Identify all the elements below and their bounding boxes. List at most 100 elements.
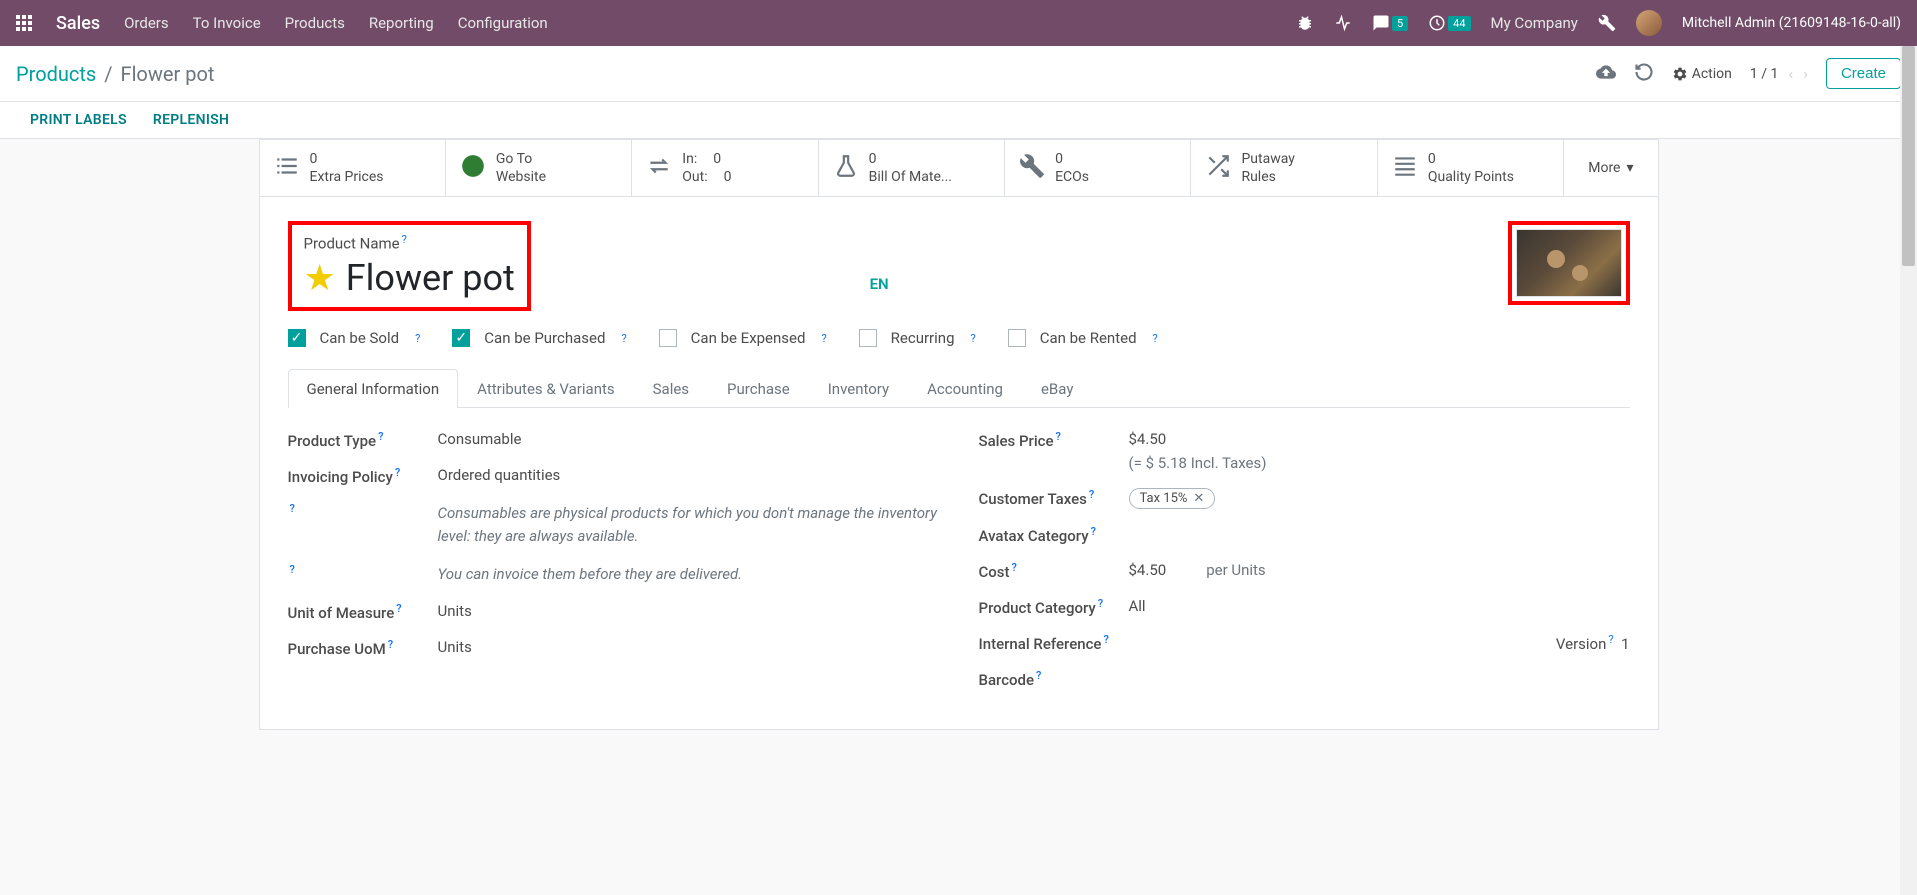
bars-icon	[1392, 153, 1418, 183]
stat-in-out[interactable]: In:0 Out:0	[632, 140, 818, 196]
sales-price-field[interactable]: $4.50	[1129, 430, 1630, 448]
sub-bar: PRINT LABELS REPLENISH	[0, 102, 1917, 139]
messages-button[interactable]: 5	[1372, 14, 1408, 32]
product-image[interactable]	[1508, 221, 1630, 305]
help-icon[interactable]: ?	[396, 602, 401, 615]
language-badge[interactable]: EN	[870, 275, 889, 293]
stat-extra-prices[interactable]: 0Extra Prices	[260, 140, 446, 196]
can-be-sold-checkbox[interactable]: ✓	[288, 329, 306, 347]
tab-inventory[interactable]: Inventory	[809, 369, 908, 408]
globe-icon	[460, 153, 486, 183]
help-icon[interactable]: ?	[378, 430, 383, 443]
uom-field[interactable]: Units	[438, 602, 939, 620]
nav-products[interactable]: Products	[285, 14, 345, 32]
flask-icon	[833, 153, 859, 183]
breadcrumb: Products / Flower pot	[16, 62, 214, 86]
help-icon[interactable]: ?	[395, 466, 400, 479]
tab-general[interactable]: General Information	[288, 369, 459, 408]
nav-reporting[interactable]: Reporting	[369, 14, 434, 32]
tabs: General Information Attributes & Variant…	[288, 369, 1630, 408]
product-name-label: Product Name	[304, 235, 400, 253]
stat-more[interactable]: More ▾	[1564, 140, 1657, 196]
product-title-area: Product Name? ★ Flower pot	[288, 221, 531, 311]
breadcrumb-current: Flower pot	[121, 62, 215, 86]
control-panel: Products / Flower pot Action 1 / 1 ‹ › C…	[0, 46, 1917, 102]
tax-tag[interactable]: Tax 15%✕	[1129, 488, 1216, 509]
help-icon[interactable]: ?	[1036, 669, 1041, 682]
version-field[interactable]: 1	[1621, 635, 1629, 653]
help-text: Consumables are physical products for wh…	[438, 502, 939, 547]
remove-tax-icon[interactable]: ✕	[1193, 491, 1204, 506]
stat-putaway[interactable]: PutawayRules	[1191, 140, 1377, 196]
tab-ebay[interactable]: eBay	[1022, 369, 1092, 408]
recurring-checkbox[interactable]	[859, 329, 877, 347]
replenish-button[interactable]: REPLENISH	[153, 112, 229, 128]
stat-bom[interactable]: 0Bill Of Mate...	[819, 140, 1005, 196]
apps-icon[interactable]	[16, 15, 32, 31]
action-dropdown[interactable]: Action	[1672, 66, 1732, 82]
activities-badge: 44	[1448, 16, 1470, 31]
help-icon[interactable]: ?	[388, 638, 393, 651]
help-icon[interactable]: ?	[290, 502, 295, 515]
breadcrumb-parent[interactable]: Products	[16, 62, 96, 86]
print-labels-button[interactable]: PRINT LABELS	[30, 112, 127, 128]
cloud-upload-icon[interactable]	[1596, 62, 1616, 86]
tab-purchase[interactable]: Purchase	[708, 369, 809, 408]
pager-value[interactable]: 1 / 1	[1750, 66, 1778, 82]
help-icon[interactable]: ?	[1089, 488, 1094, 501]
help-text: You can invoice them before they are del…	[438, 563, 939, 586]
help-icon[interactable]: ?	[1012, 561, 1017, 574]
sales-price-incl: (= $ 5.18 Incl. Taxes)	[1129, 454, 1630, 472]
tools-icon[interactable]	[1598, 14, 1616, 32]
form-sheet: Product Name? ★ Flower pot EN ✓Can be So…	[259, 196, 1659, 730]
help-icon[interactable]: ?	[415, 332, 420, 345]
favorite-star-icon[interactable]: ★	[304, 257, 336, 299]
nav-to-invoice[interactable]: To Invoice	[193, 14, 261, 32]
help-icon[interactable]: ?	[1098, 597, 1103, 610]
tab-sales[interactable]: Sales	[634, 369, 708, 408]
activities-button[interactable]: 44	[1428, 14, 1470, 32]
help-icon[interactable]: ?	[1091, 525, 1096, 538]
stat-ecos[interactable]: 0ECOs	[1005, 140, 1191, 196]
stat-buttons: 0Extra Prices Go ToWebsite In:0 Out:0 0B…	[259, 139, 1659, 196]
avatar[interactable]	[1636, 10, 1662, 36]
help-icon[interactable]: ?	[290, 563, 295, 576]
stat-quality[interactable]: 0Quality Points	[1378, 140, 1564, 196]
create-button[interactable]: Create	[1826, 58, 1901, 89]
help-icon[interactable]: ?	[1056, 430, 1061, 443]
options-row: ✓Can be Sold? ✓Can be Purchased? Can be …	[288, 329, 1630, 347]
category-field[interactable]: All	[1129, 597, 1630, 615]
invoicing-policy-field[interactable]: Ordered quantities	[438, 466, 939, 484]
support-icon[interactable]	[1334, 14, 1352, 32]
bug-icon[interactable]	[1296, 14, 1314, 32]
purchase-uom-field[interactable]: Units	[438, 638, 939, 656]
can-be-expensed-checkbox[interactable]	[659, 329, 677, 347]
help-icon[interactable]: ?	[1103, 633, 1108, 646]
product-name-field[interactable]: Flower pot	[346, 257, 515, 299]
discard-icon[interactable]	[1634, 62, 1654, 86]
help-icon[interactable]: ?	[1608, 633, 1613, 646]
company-switcher[interactable]: My Company	[1491, 14, 1578, 32]
breadcrumb-separator: /	[104, 62, 112, 86]
brand[interactable]: Sales	[56, 13, 100, 34]
help-icon[interactable]: ?	[1153, 332, 1158, 345]
can-be-rented-checkbox[interactable]	[1008, 329, 1026, 347]
cost-field[interactable]: $4.50	[1129, 561, 1167, 579]
stat-website[interactable]: Go ToWebsite	[446, 140, 632, 196]
pager-prev[interactable]: ‹	[1788, 64, 1793, 83]
help-icon[interactable]: ?	[621, 332, 626, 345]
product-type-field[interactable]: Consumable	[438, 430, 939, 448]
help-icon[interactable]: ?	[821, 332, 826, 345]
help-icon[interactable]: ?	[971, 332, 976, 345]
nav-configuration[interactable]: Configuration	[458, 14, 548, 32]
help-icon[interactable]: ?	[402, 233, 407, 246]
can-be-purchased-checkbox[interactable]: ✓	[452, 329, 470, 347]
pager-next[interactable]: ›	[1803, 64, 1808, 83]
messages-badge: 5	[1392, 16, 1408, 31]
scrollbar[interactable]	[1900, 46, 1917, 895]
user-name[interactable]: Mitchell Admin (21609148-16-0-all)	[1682, 15, 1901, 31]
tab-attributes[interactable]: Attributes & Variants	[458, 369, 633, 408]
nav-orders[interactable]: Orders	[124, 14, 169, 32]
caret-down-icon: ▾	[1626, 160, 1633, 176]
tab-accounting[interactable]: Accounting	[908, 369, 1022, 408]
